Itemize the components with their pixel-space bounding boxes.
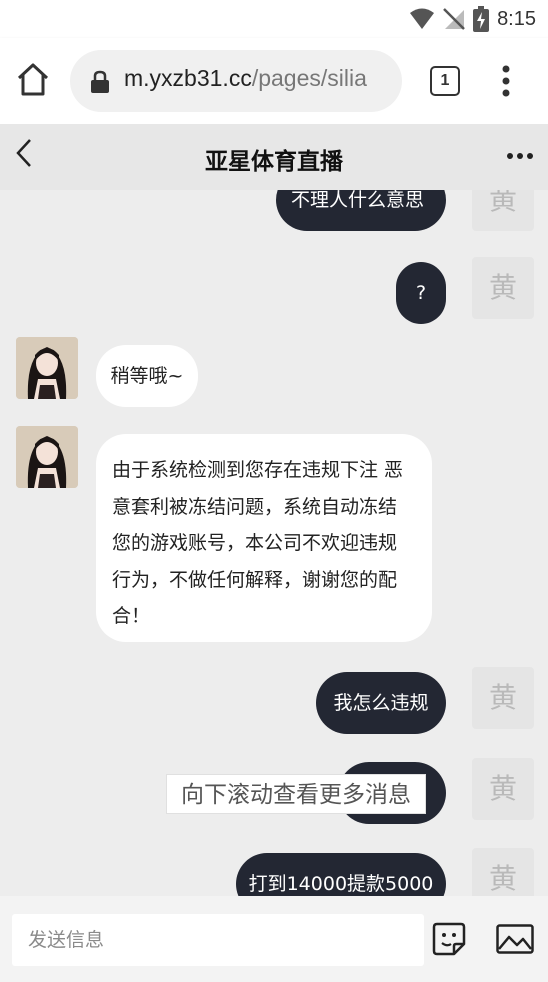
user-avatar: 黄	[472, 190, 534, 231]
image-icon	[496, 924, 534, 954]
sticker-button[interactable]	[432, 922, 466, 956]
user-avatar: 黄	[472, 667, 534, 729]
no-signal-icon	[443, 8, 465, 30]
address-bar[interactable]: m.yxzb31.cc/pages/silia	[70, 50, 402, 112]
sticker-icon	[432, 922, 466, 956]
user-avatar: 黄	[472, 848, 534, 896]
status-time: 8:15	[497, 7, 536, 30]
tab-switcher-button[interactable]: 1	[430, 66, 460, 96]
home-button[interactable]	[14, 60, 52, 100]
wifi-icon	[410, 8, 435, 29]
message-line: 合！	[112, 605, 151, 627]
page-header: 亚星体育直播	[0, 124, 548, 190]
more-options-button[interactable]	[502, 144, 538, 168]
incoming-bubble: 由于系统检测到您存在违规下注 恶 意套利被冻结问题，系统自动冻结 您的游戏账号，…	[96, 434, 432, 642]
image-button[interactable]	[496, 924, 534, 954]
page-title: 亚星体育直播	[205, 149, 343, 175]
home-icon	[17, 63, 49, 96]
url-host: m.yxzb31.cc	[124, 65, 252, 91]
user-avatar: 黄	[472, 758, 534, 820]
message-input[interactable]	[12, 914, 424, 966]
incoming-bubble: 稍等哦~	[96, 345, 198, 407]
agent-avatar	[16, 426, 78, 488]
battery-charging-icon	[473, 6, 490, 32]
url-text: m.yxzb31.cc/pages/silia	[124, 65, 402, 92]
outgoing-bubble: 不理人什么意思	[276, 190, 446, 231]
message-line: 行为，不做任何解释，谢谢您的配	[112, 568, 398, 591]
message-line: 意套利被冻结问题，系统自动冻结	[112, 495, 398, 518]
chat-messages[interactable]: 不理人什么意思 黄 ? 黄 稍等哦~ 由于系统检测到您存在违规下注 恶 意套利被…	[0, 190, 548, 896]
outgoing-bubble: 打到14000提款5000	[236, 853, 446, 896]
lock-icon	[91, 70, 109, 93]
outgoing-bubble: 我怎么违规	[316, 672, 446, 734]
outgoing-bubble: ?	[396, 262, 446, 324]
message-input-bar	[0, 896, 548, 982]
message-line: 您的游戏账号，本公司不欢迎违规	[112, 532, 398, 554]
browser-menu-button[interactable]	[494, 64, 518, 98]
agent-avatar	[16, 337, 78, 399]
url-path: /pages/silia	[251, 65, 367, 91]
horizontal-dots-icon	[507, 153, 533, 159]
status-icons: 8:15	[409, 6, 536, 32]
browser-toolbar: m.yxzb31.cc/pages/silia 1	[0, 38, 548, 124]
scroll-to-new-messages-hint[interactable]: 向下滚动查看更多消息	[166, 774, 426, 814]
user-avatar: 黄	[472, 257, 534, 319]
message-line: 由于系统检测到您存在违规下注 恶	[112, 459, 404, 481]
vertical-dots-icon	[502, 65, 510, 97]
status-bar: 8:15	[0, 0, 548, 38]
